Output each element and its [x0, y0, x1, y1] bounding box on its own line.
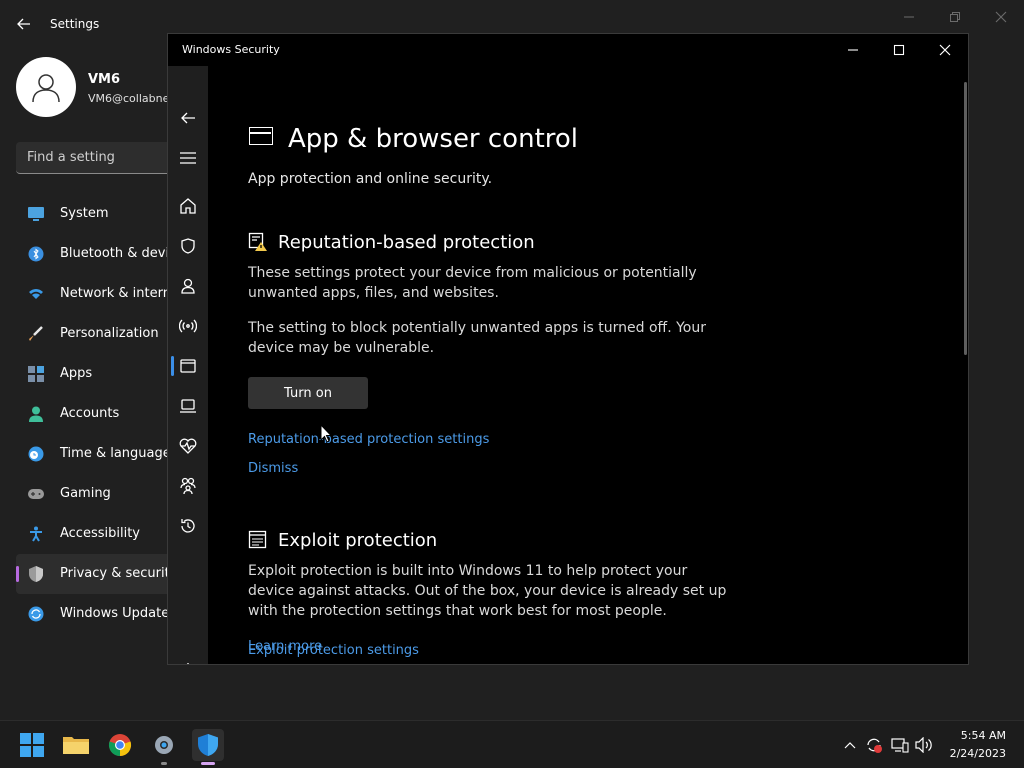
taskbar: 5:54 AM 2/24/2023	[0, 720, 1024, 768]
reputation-protection-icon	[248, 232, 268, 252]
chrome-icon[interactable]	[104, 729, 136, 761]
nav-label: Personalization	[60, 326, 159, 341]
heart-pulse-icon[interactable]	[168, 430, 208, 462]
network-icon[interactable]	[890, 735, 910, 755]
nav-label: System	[60, 206, 109, 221]
bluetooth-icon	[28, 246, 44, 262]
nav-label: Time & language	[60, 446, 171, 461]
exploit-protection-icon	[248, 530, 268, 550]
nav-item-apps[interactable]: Apps	[16, 354, 176, 394]
home-icon[interactable]	[168, 190, 208, 222]
person-icon	[28, 406, 44, 422]
minimize-button[interactable]	[894, 8, 924, 26]
back-icon[interactable]	[168, 102, 208, 134]
exploit-section-title: Exploit protection	[278, 530, 438, 551]
nav-label: Windows Update	[60, 606, 170, 621]
nav-item-system[interactable]: System	[16, 194, 176, 234]
nav-item-bluetooth[interactable]: Bluetooth & devic	[16, 234, 176, 274]
gamepad-icon	[28, 486, 44, 502]
accessibility-icon	[28, 526, 44, 542]
reputation-description: These settings protect your device from …	[248, 265, 697, 301]
page-title: App & browser control	[288, 124, 579, 154]
nav-label: Network & intern	[60, 286, 171, 301]
search-placeholder: Find a setting	[27, 150, 115, 165]
nav-label: Gaming	[60, 486, 111, 501]
ws-window-title: Windows Security	[182, 43, 280, 56]
nav-item-accessibility[interactable]: Accessibility	[16, 514, 176, 554]
nav-label: Privacy & security	[60, 566, 178, 581]
user-email: VM6@collabne	[88, 92, 170, 105]
wifi-signal-icon[interactable]	[168, 310, 208, 342]
mouse-cursor-icon	[320, 423, 333, 444]
page-subtitle: App protection and online security.	[248, 171, 493, 187]
history-icon[interactable]	[168, 510, 208, 542]
brush-icon	[28, 326, 44, 342]
nav-selection-indicator	[16, 566, 19, 582]
nav-item-network[interactable]: Network & intern	[16, 274, 176, 314]
app-browser-icon[interactable]	[168, 350, 208, 382]
windows-security-window: Windows Security App & browser control A…	[167, 33, 969, 665]
reputation-settings-link[interactable]: Reputation-based protection settings	[248, 432, 489, 447]
app-browser-icon	[249, 127, 273, 145]
nav-label: Apps	[60, 366, 93, 381]
scrollbar[interactable]	[964, 82, 967, 355]
file-explorer-icon[interactable]	[60, 729, 92, 761]
ws-minimize-button[interactable]	[842, 40, 864, 60]
nav-item-time-language[interactable]: Time & language	[16, 434, 176, 474]
exploit-description: Exploit protection is built into Windows…	[248, 563, 727, 619]
nav-item-privacy-security[interactable]: Privacy & security	[16, 554, 178, 594]
start-button[interactable]	[16, 729, 48, 761]
nav-label: Accounts	[60, 406, 120, 421]
back-icon[interactable]	[14, 14, 34, 34]
gear-icon[interactable]	[168, 654, 208, 664]
ws-nav-rail	[168, 66, 208, 664]
chevron-up-icon[interactable]	[840, 735, 860, 755]
family-icon[interactable]	[168, 470, 208, 502]
shield-icon	[28, 566, 44, 582]
turn-on-button[interactable]: Turn on	[248, 377, 368, 409]
apps-icon	[28, 366, 44, 382]
hamburger-icon[interactable]	[168, 142, 208, 174]
monitor-icon	[28, 206, 44, 222]
ws-maximize-button[interactable]	[888, 40, 910, 60]
person-icon[interactable]	[168, 270, 208, 302]
ws-close-button[interactable]	[934, 40, 956, 60]
restore-button[interactable]	[940, 8, 970, 26]
avatar[interactable]	[16, 57, 76, 117]
ws-content: App & browser control App protection and…	[208, 66, 968, 664]
volume-icon[interactable]	[914, 735, 934, 755]
learn-more-link[interactable]: Learn more	[248, 639, 322, 654]
close-button[interactable]	[986, 8, 1016, 26]
reputation-section-title: Reputation-based protection	[278, 232, 535, 253]
nav-item-gaming[interactable]: Gaming	[16, 474, 176, 514]
clock-date[interactable]: 2/24/2023	[940, 747, 1006, 760]
update-icon	[28, 606, 44, 622]
sync-error-icon[interactable]	[864, 735, 884, 755]
clock-time[interactable]: 5:54 AM	[940, 729, 1006, 742]
shield-icon[interactable]	[168, 230, 208, 262]
laptop-icon[interactable]	[168, 390, 208, 422]
active-indicator	[201, 762, 215, 765]
settings-title: Settings	[50, 17, 100, 31]
nav-label: Accessibility	[60, 526, 140, 541]
nav-label: Bluetooth & devic	[60, 246, 177, 261]
wifi-icon	[28, 286, 44, 302]
settings-app-icon[interactable]	[148, 729, 180, 765]
user-name: VM6	[88, 72, 121, 87]
dismiss-link[interactable]: Dismiss	[248, 461, 298, 476]
search-input[interactable]: Find a setting	[16, 142, 176, 174]
windows-security-taskbar-icon[interactable]	[192, 729, 224, 765]
ws-titlebar: Windows Security	[168, 34, 968, 66]
settings-nav: System Bluetooth & devic Network & inter…	[16, 194, 178, 634]
nav-item-windows-update[interactable]: Windows Update	[16, 594, 176, 634]
running-indicator	[161, 762, 167, 765]
reputation-warning: The setting to block potentially unwante…	[248, 320, 706, 356]
nav-item-personalization[interactable]: Personalization	[16, 314, 176, 354]
clock-globe-icon	[28, 446, 44, 462]
nav-item-accounts[interactable]: Accounts	[16, 394, 176, 434]
